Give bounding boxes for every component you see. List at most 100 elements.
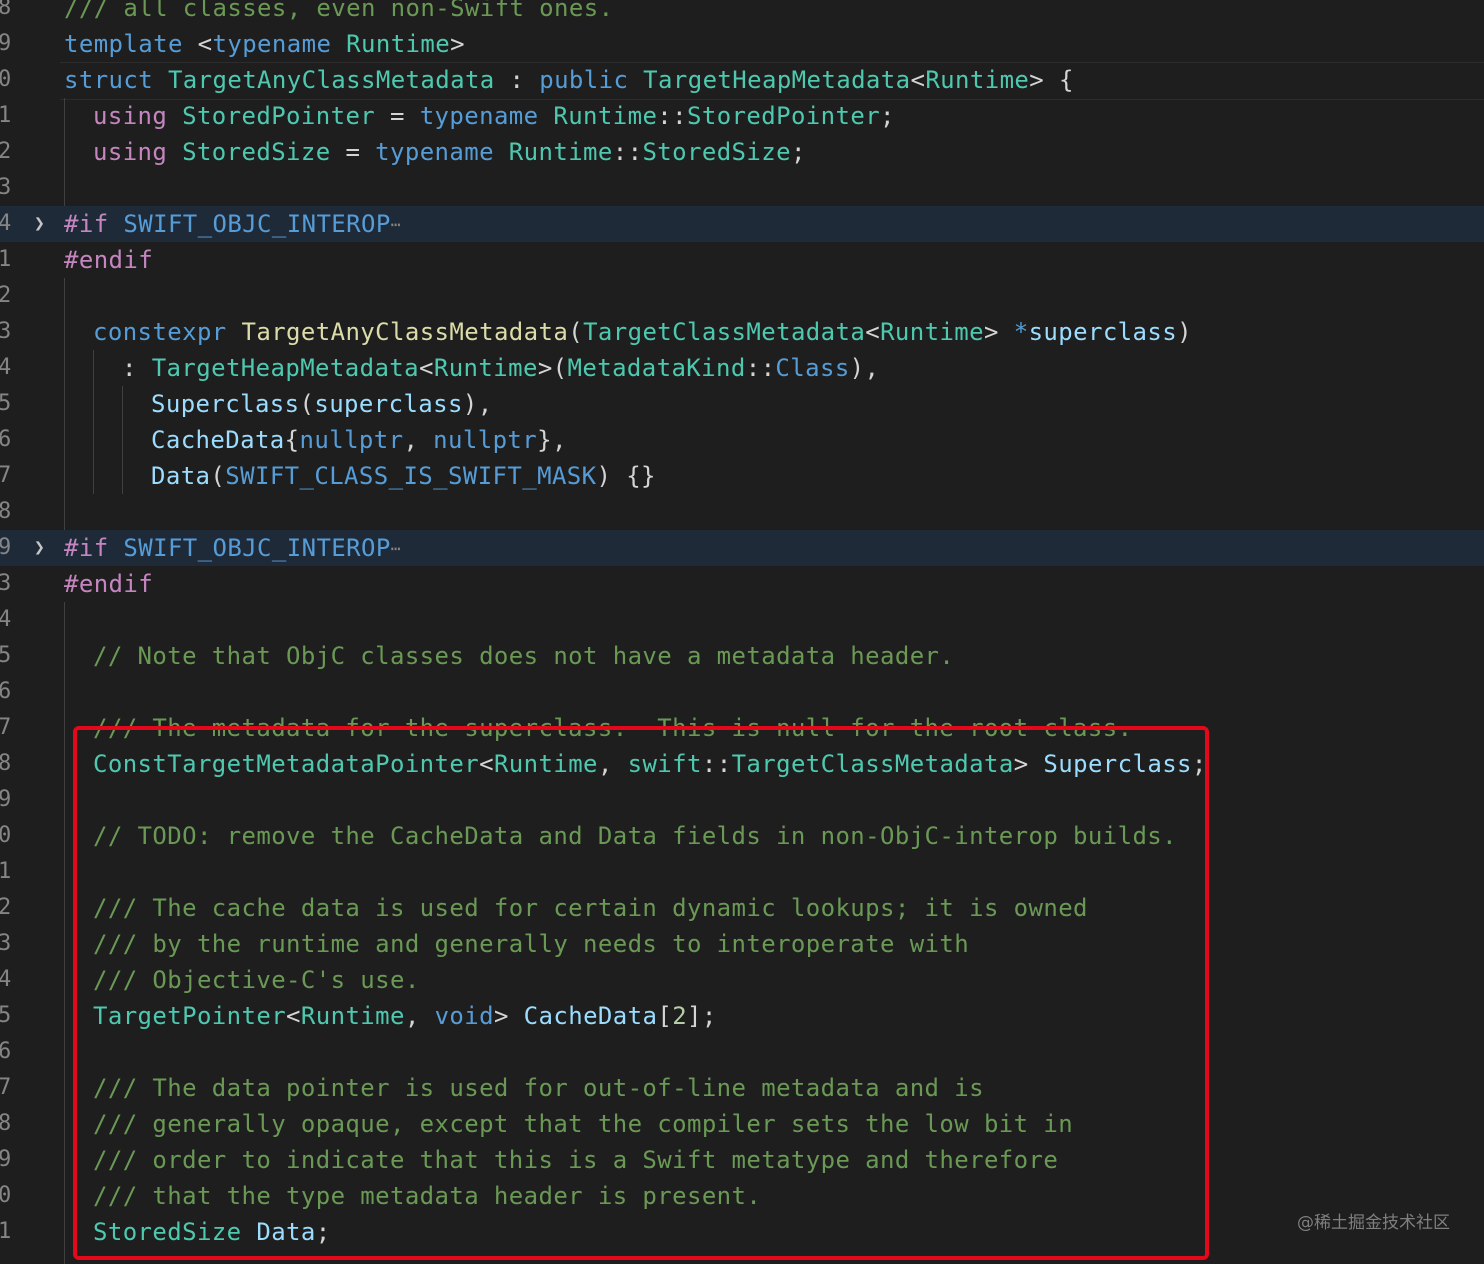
code-token: Data bbox=[151, 462, 211, 490]
line-number: 0 bbox=[0, 67, 12, 92]
code-token: TargetHeapMetadata bbox=[151, 354, 419, 382]
code-token: >( bbox=[537, 354, 568, 382]
code-text: struct TargetAnyClassMetadata : public T… bbox=[64, 62, 1074, 98]
code-text: #if SWIFT_OBJC_INTEROP⋯ bbox=[64, 530, 401, 566]
code-token: TargetHeapMetadata bbox=[628, 66, 911, 94]
code-token: constexpr bbox=[93, 318, 227, 346]
code-token: Runtime bbox=[493, 138, 613, 166]
code-token: StoredPointer bbox=[687, 102, 881, 130]
line-number: 4 bbox=[0, 211, 12, 236]
code-token: struct bbox=[64, 66, 154, 94]
code-line[interactable]: 1 using StoredPointer = typename Runtime:… bbox=[0, 98, 1484, 134]
line-number: 6 bbox=[0, 427, 12, 452]
line-number: 5 bbox=[0, 391, 12, 416]
line-number: 1 bbox=[0, 1219, 12, 1244]
code-token: nullptr bbox=[433, 426, 538, 454]
watermark: @稀土掘金技术社区 bbox=[1297, 1213, 1450, 1233]
code-line[interactable]: 3 #endif bbox=[0, 566, 1484, 602]
code-token: StoredSize bbox=[167, 138, 331, 166]
line-number: 1 bbox=[0, 103, 12, 128]
code-token: ), bbox=[849, 354, 880, 382]
code-text: #if SWIFT_OBJC_INTEROP⋯ bbox=[64, 206, 401, 242]
code-token: , bbox=[403, 426, 434, 454]
code-line[interactable]: 4: TargetHeapMetadata<Runtime>(MetadataK… bbox=[0, 350, 1484, 386]
line-number: 1 bbox=[0, 247, 12, 272]
line-number: 3 bbox=[0, 931, 12, 956]
line-number: 9 bbox=[0, 787, 12, 812]
line-number: 8 bbox=[0, 499, 12, 524]
code-token: Runtime bbox=[331, 30, 451, 58]
code-token: { bbox=[284, 426, 300, 454]
code-token: ) {} bbox=[596, 462, 656, 490]
fold-chevron-icon[interactable]: ❯ bbox=[34, 206, 45, 242]
line-number: 7 bbox=[0, 715, 12, 740]
code-token: typename bbox=[419, 102, 539, 130]
line-number: 5 bbox=[0, 1003, 12, 1028]
code-token: ( bbox=[210, 462, 226, 490]
code-line[interactable]: 8 bbox=[0, 494, 1484, 530]
code-token: Runtime bbox=[433, 354, 538, 382]
line-number: 3 bbox=[0, 571, 12, 596]
code-line[interactable]: 3 bbox=[0, 170, 1484, 206]
code-token: < bbox=[865, 318, 881, 346]
code-token: SWIFT_OBJC_INTEROP bbox=[108, 534, 391, 562]
code-text: /// all classes, even non-Swift ones. bbox=[64, 0, 613, 26]
line-number: 8 bbox=[0, 0, 12, 20]
line-number: 3 bbox=[0, 175, 12, 200]
code-line[interactable]: 6 bbox=[0, 674, 1484, 710]
code-line[interactable]: 2 using StoredSize = typename Runtime::St… bbox=[0, 134, 1484, 170]
code-token: TargetAnyClassMetadata bbox=[153, 66, 495, 94]
line-number: 2 bbox=[0, 895, 12, 920]
folded-ellipsis-icon[interactable]: ⋯ bbox=[391, 531, 401, 567]
code-text: Data(SWIFT_CLASS_IS_SWIFT_MASK) {} bbox=[151, 458, 656, 494]
code-line[interactable]: 5 Superclass(superclass), bbox=[0, 386, 1484, 422]
indent-guide bbox=[64, 278, 65, 530]
code-token: { bbox=[1058, 66, 1074, 94]
code-line[interactable]: 4 bbox=[0, 602, 1484, 638]
code-line[interactable]: 3 constexpr TargetAnyClassMetadata(Target… bbox=[0, 314, 1484, 350]
highlight-annotation-box bbox=[73, 726, 1209, 1260]
code-token: :: bbox=[657, 102, 687, 130]
code-token: StoredPointer bbox=[167, 102, 376, 130]
code-token: #endif bbox=[64, 570, 154, 598]
code-token: typename bbox=[375, 138, 494, 166]
code-token: /// all classes, even non-Swift ones. bbox=[64, 0, 614, 22]
code-line[interactable]: 6 CacheData{nullptr, nullptr}, bbox=[0, 422, 1484, 458]
code-editor[interactable]: 8 /// all classes, even non-Swift ones. 9 t… bbox=[0, 0, 1484, 1264]
code-token: Runtime bbox=[538, 102, 658, 130]
code-token: Class bbox=[775, 354, 850, 382]
indent-guide bbox=[64, 98, 65, 206]
line-number: 0 bbox=[0, 1183, 12, 1208]
code-token: = bbox=[375, 102, 420, 130]
line-number: 9 bbox=[0, 1147, 12, 1172]
line-number: 7 bbox=[0, 463, 12, 488]
code-token: #if bbox=[64, 534, 109, 562]
code-line[interactable]: 0 struct TargetAnyClassMetadata : public … bbox=[0, 62, 1484, 98]
line-number: 4 bbox=[0, 967, 12, 992]
code-token: ( bbox=[299, 390, 315, 418]
indent-guide bbox=[93, 350, 94, 494]
line-number: 4 bbox=[0, 355, 12, 380]
line-number: 1 bbox=[0, 859, 12, 884]
code-line[interactable]: 4 ❯ #if SWIFT_OBJC_INTEROP⋯ bbox=[0, 206, 1484, 242]
line-number: 4 bbox=[0, 607, 12, 632]
code-line[interactable]: 9 template <typename Runtime> bbox=[0, 26, 1484, 62]
code-token: TargetClassMetadata bbox=[583, 318, 866, 346]
code-token: : bbox=[494, 66, 540, 94]
line-number: 9 bbox=[0, 535, 12, 560]
code-token: #endif bbox=[64, 246, 154, 274]
code-line[interactable]: 9 ❯ #if SWIFT_OBJC_INTEROP⋯ bbox=[0, 530, 1484, 566]
folded-ellipsis-icon[interactable]: ⋯ bbox=[391, 207, 401, 243]
code-line[interactable]: 5 // Note that ObjC classes does not have… bbox=[0, 638, 1484, 674]
code-token: superclass bbox=[1028, 318, 1178, 346]
code-line[interactable]: 8 /// all classes, even non-Swift ones. bbox=[0, 0, 1484, 26]
code-token: < bbox=[419, 354, 434, 382]
code-token: typename bbox=[212, 30, 332, 58]
code-line[interactable]: 7 Data(SWIFT_CLASS_IS_SWIFT_MASK) {} bbox=[0, 458, 1484, 494]
fold-chevron-icon[interactable]: ❯ bbox=[34, 530, 45, 566]
code-token: :: bbox=[745, 354, 776, 382]
code-token: > bbox=[450, 30, 465, 58]
code-line[interactable]: 2 bbox=[0, 278, 1484, 314]
line-number: 8 bbox=[0, 1111, 12, 1136]
code-line[interactable]: 1 #endif bbox=[0, 242, 1484, 278]
